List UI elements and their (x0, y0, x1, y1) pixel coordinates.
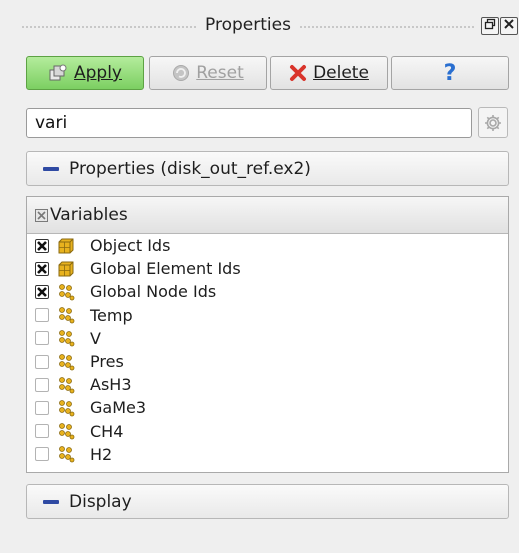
variable-checkbox[interactable] (35, 238, 49, 253)
title-grip-left (22, 26, 196, 28)
variable-checkbox[interactable] (35, 447, 49, 462)
variable-row[interactable]: Global Element Ids (27, 257, 508, 280)
reset-label: Reset (196, 63, 244, 83)
variable-label: AsH3 (90, 375, 132, 395)
point-data-icon (57, 421, 77, 441)
variable-row[interactable]: GaMe3 (27, 396, 508, 419)
close-icon (504, 19, 514, 29)
variables-tree: Variables Object Ids Global Element Ids Gl… (26, 196, 509, 473)
variable-checkbox[interactable] (35, 354, 49, 369)
float-icon (484, 18, 496, 30)
display-section-header[interactable]: Display (26, 484, 509, 519)
cell-data-icon (57, 236, 77, 256)
variable-row[interactable]: Global Node Ids (27, 280, 508, 303)
variable-checkbox[interactable] (35, 400, 49, 415)
select-all-checkbox[interactable] (35, 208, 48, 222)
point-data-icon (57, 444, 77, 464)
apply-label: Apply (74, 63, 122, 83)
variable-row[interactable]: CH4 (27, 420, 508, 443)
float-panel-button[interactable] (481, 17, 499, 35)
check-x-icon (37, 263, 47, 274)
delete-label: Delete (313, 63, 369, 83)
variable-label: V (90, 328, 101, 348)
variable-checkbox[interactable] (35, 331, 49, 346)
variable-label: Global Element Ids (90, 259, 241, 279)
point-data-icon (57, 282, 77, 302)
properties-section-label: Properties (disk_out_ref.ex2) (69, 158, 311, 179)
variable-label: Pres (90, 352, 124, 372)
properties-section-header[interactable]: Properties (disk_out_ref.ex2) (26, 151, 509, 186)
variable-label: Object Ids (90, 236, 171, 256)
search-input[interactable] (26, 108, 472, 138)
variable-row[interactable]: AsH3 (27, 373, 508, 396)
variable-label: GaMe3 (90, 398, 147, 418)
gear-icon (485, 114, 501, 131)
variable-row[interactable]: Object Ids (27, 234, 508, 257)
variable-checkbox[interactable] (35, 377, 49, 392)
close-panel-button[interactable] (500, 17, 518, 35)
reset-icon (172, 64, 190, 82)
variables-list: Object Ids Global Element Ids Global Node … (27, 234, 508, 466)
properties-panel: Properties Apply Reset Delete ? vari Pro… (0, 0, 519, 553)
check-x-icon (37, 287, 47, 297)
delete-icon (289, 64, 307, 82)
variable-label: CH4 (90, 421, 124, 441)
point-data-icon (57, 352, 77, 372)
point-data-icon (57, 328, 77, 348)
variable-label: Temp (90, 305, 133, 325)
point-data-icon (57, 398, 77, 418)
collapse-icon (43, 166, 59, 171)
panel-title: Properties (205, 15, 291, 35)
variable-label: Global Node Ids (90, 282, 217, 302)
variable-row[interactable]: Pres (27, 350, 508, 373)
check-x-icon (37, 240, 47, 251)
advanced-settings-button[interactable] (478, 107, 508, 138)
point-data-icon (57, 375, 77, 395)
collapse-icon (43, 499, 59, 504)
partial-check-icon (37, 210, 46, 220)
help-icon: ? (443, 60, 457, 86)
variable-row[interactable]: V (27, 327, 508, 350)
variables-header[interactable]: Variables (27, 197, 508, 234)
variable-checkbox[interactable] (35, 308, 49, 323)
variable-label: H2 (90, 444, 113, 464)
variable-checkbox[interactable] (35, 284, 49, 299)
help-button[interactable]: ? (391, 56, 509, 90)
variable-checkbox[interactable] (35, 261, 49, 276)
variable-checkbox[interactable] (35, 424, 49, 439)
variable-row[interactable]: H2 (27, 443, 508, 466)
panel-title-bar: Properties (0, 12, 519, 42)
reset-button[interactable]: Reset (149, 56, 267, 90)
delete-button[interactable]: Delete (270, 56, 388, 90)
variables-header-label: Variables (50, 205, 128, 225)
variable-row[interactable]: Temp (27, 304, 508, 327)
apply-icon (48, 64, 68, 82)
point-data-icon (57, 305, 77, 325)
apply-button[interactable]: Apply (26, 56, 144, 90)
display-section-label: Display (69, 491, 132, 512)
cell-data-icon (57, 259, 77, 279)
title-grip-right (300, 26, 474, 28)
